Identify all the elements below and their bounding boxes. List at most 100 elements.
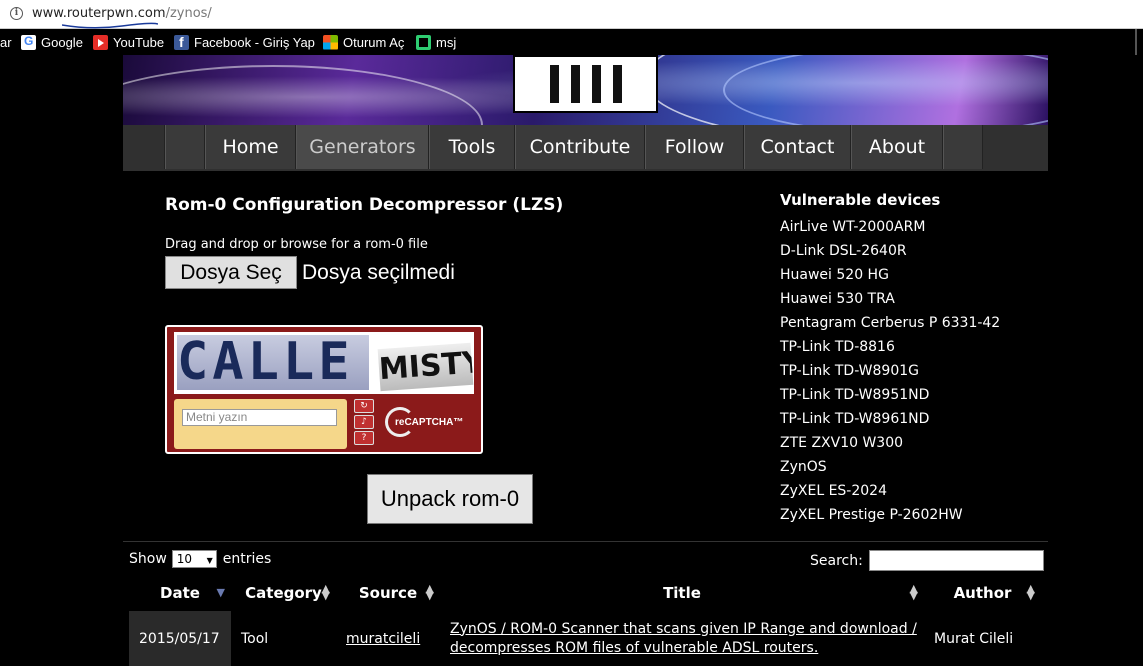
col-label: Author bbox=[953, 584, 1012, 602]
captcha-input-box: Metni yazın bbox=[174, 399, 347, 449]
nav-spacer bbox=[943, 125, 983, 169]
sort-desc-icon: ▼ bbox=[216, 586, 225, 599]
nav-spacer bbox=[165, 125, 205, 169]
table-row: 2015/05/17 Tool muratcileli ZynOS / ROM-… bbox=[129, 611, 1041, 666]
sort-icon: ▲ ▼ bbox=[909, 582, 918, 602]
title-link[interactable]: ZynOS / ROM-0 Scanner that scans given I… bbox=[450, 620, 917, 658]
show-entries: Show 10 entries bbox=[129, 550, 272, 569]
bookmark-oturum-ac[interactable]: Oturum Aç bbox=[323, 34, 404, 50]
col-category[interactable]: Category ▲ ▼ bbox=[231, 575, 336, 611]
page: Home Generators Tools Contribute Follow … bbox=[123, 55, 1048, 666]
col-title[interactable]: Title ▲ ▼ bbox=[440, 575, 924, 611]
help-icon[interactable]: ? bbox=[354, 431, 374, 445]
captcha-input[interactable]: Metni yazın bbox=[182, 409, 337, 426]
bookmark-label: msj bbox=[436, 34, 457, 50]
bookmark-youtube[interactable]: YouTube bbox=[93, 34, 164, 50]
nav-generators[interactable]: Generators bbox=[296, 125, 429, 169]
source-link[interactable]: muratcileli bbox=[346, 631, 420, 647]
vulnerable-devices: Vulnerable devices AirLive WT-2000ARM D-… bbox=[780, 191, 1020, 527]
device-item: TP-Link TD-8816 bbox=[780, 339, 895, 355]
title-line-2: decompresses ROM files of vulnerable ADS… bbox=[450, 639, 819, 656]
header-banner bbox=[123, 55, 1048, 125]
sort-icon: ▲ ▼ bbox=[1026, 582, 1035, 602]
col-label: Category bbox=[245, 584, 322, 602]
nav-home[interactable]: Home bbox=[205, 125, 296, 169]
msj-icon bbox=[416, 34, 431, 50]
bookmark-label: YouTube bbox=[113, 34, 165, 50]
bookmark-ar[interactable]: ar bbox=[0, 34, 12, 50]
device-item: Huawei 520 HG bbox=[780, 267, 889, 283]
bookmark-label: Oturum Aç bbox=[343, 34, 405, 50]
facebook-icon bbox=[174, 34, 189, 50]
device-item: TP-Link TD-W8961ND bbox=[780, 411, 930, 427]
info-icon[interactable]: i bbox=[10, 7, 23, 20]
address-bar[interactable]: i www.routerpwn.com/zynos/ bbox=[0, 0, 1143, 29]
url-path: /zynos/ bbox=[165, 6, 212, 21]
cell-date: 2015/05/17 bbox=[129, 611, 231, 666]
bookmarks-bar: ar Google YouTube Facebook - Giriş Yap O… bbox=[0, 29, 1143, 55]
file-input[interactable]: Dosya Seç Dosya seçilmedi bbox=[165, 256, 455, 289]
table-search: Search: bbox=[810, 550, 1044, 571]
audio-icon[interactable]: ♪ bbox=[354, 415, 374, 429]
captcha-word-1: CALLE bbox=[177, 335, 369, 390]
captcha-image: CALLE MISTY bbox=[174, 332, 474, 394]
bookmark-label: Facebook - Giriş Yap bbox=[194, 34, 315, 50]
cell-title: ZynOS / ROM-0 Scanner that scans given I… bbox=[440, 611, 924, 666]
google-icon bbox=[21, 34, 36, 50]
device-item: ZyXEL Prestige P-2602HW bbox=[780, 507, 963, 523]
search-label: Search: bbox=[810, 552, 863, 569]
refresh-icon[interactable]: ↻ bbox=[354, 399, 374, 413]
entries-label: entries bbox=[222, 551, 272, 567]
col-label: Source bbox=[358, 584, 418, 602]
bookmark-label: ar bbox=[0, 34, 12, 50]
vulnerable-title: Vulnerable devices bbox=[780, 191, 941, 209]
recaptcha-widget: CALLE MISTY Metni yazın ↻ ♪ ? reCAPTCHA™ bbox=[165, 325, 483, 454]
col-source[interactable]: Source ▲ ▼ bbox=[336, 575, 440, 611]
device-item: D-Link DSL-2640R bbox=[780, 243, 907, 259]
captcha-buttons: ↻ ♪ ? bbox=[354, 399, 374, 447]
cell-author: Murat Cileli bbox=[934, 630, 1014, 647]
nav-contribute[interactable]: Contribute bbox=[515, 125, 645, 169]
bookmark-msj[interactable]: msj bbox=[416, 34, 456, 50]
microsoft-icon bbox=[323, 34, 338, 50]
device-item: ZTE ZXV10 W300 bbox=[780, 435, 904, 451]
device-item: Pentagram Cerberus P 6331-42 bbox=[780, 315, 1001, 331]
main-nav: Home Generators Tools Contribute Follow … bbox=[123, 125, 1048, 171]
bookmark-label: Google bbox=[41, 34, 83, 50]
device-item: ZynOS bbox=[780, 459, 827, 475]
nav-about[interactable]: About bbox=[851, 125, 943, 169]
nav-contact[interactable]: Contact bbox=[744, 125, 851, 169]
bookmark-google[interactable]: Google bbox=[21, 34, 83, 50]
cell-source: muratcileli bbox=[336, 611, 440, 666]
unpack-button[interactable]: Unpack rom-0 bbox=[367, 474, 533, 524]
nav-tools[interactable]: Tools bbox=[429, 125, 515, 169]
nav-follow[interactable]: Follow bbox=[645, 125, 744, 169]
url-text[interactable]: www.routerpwn.com/zynos/ bbox=[32, 6, 212, 21]
choose-file-button[interactable]: Dosya Seç bbox=[165, 256, 297, 289]
device-item: ZyXEL ES-2024 bbox=[780, 483, 887, 499]
url-host: www.routerpwn.com bbox=[32, 6, 166, 21]
drop-label: Drag and drop or browse for a rom-0 file bbox=[165, 237, 428, 252]
bookmarks-divider bbox=[1135, 29, 1137, 55]
captcha-word-2: MISTY bbox=[377, 342, 474, 392]
main-content: Rom-0 Configuration Decompressor (LZS) D… bbox=[123, 171, 1048, 541]
col-author[interactable]: Author ▲ ▼ bbox=[924, 575, 1041, 611]
nav-bar: Home Generators Tools Contribute Follow … bbox=[164, 125, 983, 169]
col-date[interactable]: Date ▼ bbox=[129, 575, 231, 611]
col-label: Date bbox=[160, 584, 200, 602]
file-status: Dosya seçilmedi bbox=[302, 260, 455, 284]
entries-table-area: Show 10 entries Search: Date▼ Category▲▼… bbox=[123, 541, 1048, 666]
bookmark-facebook[interactable]: Facebook - Giriş Yap bbox=[174, 34, 315, 50]
cell-category: Tool bbox=[241, 630, 269, 647]
device-item: TP-Link TD-W8951ND bbox=[780, 387, 930, 403]
entries-select[interactable]: 10 bbox=[171, 550, 217, 569]
sort-icon: ▲ ▼ bbox=[425, 582, 434, 602]
device-item: TP-Link TD-W8901G bbox=[780, 363, 919, 379]
tool-title: Rom-0 Configuration Decompressor (LZS) bbox=[165, 195, 564, 215]
youtube-icon bbox=[93, 34, 108, 50]
col-label: Title bbox=[663, 584, 701, 602]
search-input[interactable] bbox=[868, 550, 1044, 571]
table-header: Date ▼ Category ▲ ▼ Source ▲ ▼ Title ▲ ▼ Author… bbox=[129, 575, 1041, 611]
title-line-1: ZynOS / ROM-0 Scanner that scans given I… bbox=[450, 620, 917, 637]
site-logo[interactable] bbox=[513, 55, 658, 113]
